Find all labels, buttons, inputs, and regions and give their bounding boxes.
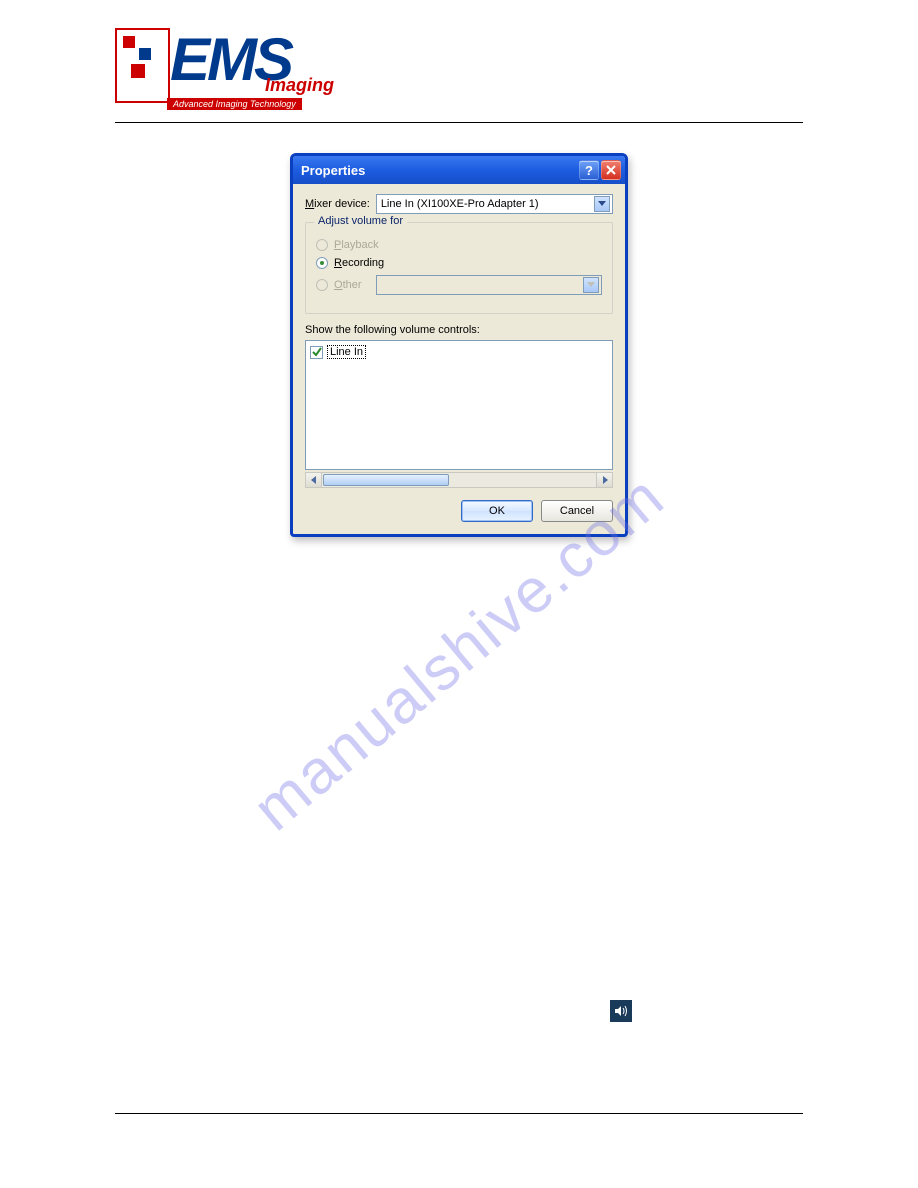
header-divider <box>115 122 803 123</box>
properties-dialog: Properties ? Mixer device: Line In (XI10… <box>290 153 628 537</box>
ok-button[interactable]: OK <box>461 500 533 522</box>
mixer-device-dropdown[interactable]: Line In (XI100XE-Pro Adapter 1) <box>376 194 613 214</box>
radio-icon <box>316 257 328 269</box>
adjust-volume-group-title: Adjust volume for <box>314 215 407 227</box>
scroll-thumb[interactable] <box>323 474 449 486</box>
mixer-device-label: Mixer device: <box>305 198 370 210</box>
logo-tagline: Advanced Imaging Technology <box>167 98 302 110</box>
mixer-device-value: Line In (XI100XE-Pro Adapter 1) <box>381 198 594 210</box>
radio-recording[interactable]: Recording <box>316 257 602 269</box>
titlebar[interactable]: Properties ? <box>293 156 625 184</box>
checkbox-label: Line In <box>327 345 366 359</box>
list-item[interactable]: Line In <box>310 345 608 359</box>
horizontal-scrollbar[interactable] <box>305 472 613 488</box>
dialog-title: Properties <box>301 163 365 178</box>
close-button[interactable] <box>601 160 621 180</box>
logo-text-sub: Imaging <box>265 75 334 96</box>
radio-playback: Playback <box>316 239 602 251</box>
adjust-volume-group: Adjust volume for Playback Recording Oth… <box>305 222 613 314</box>
chevron-down-icon[interactable] <box>594 196 610 212</box>
help-button[interactable]: ? <box>579 160 599 180</box>
checkbox-line-in[interactable] <box>310 346 323 359</box>
radio-other: Other <box>316 275 602 295</box>
cancel-button[interactable]: Cancel <box>541 500 613 522</box>
radio-icon <box>316 279 328 291</box>
show-controls-label: Show the following volume controls: <box>305 324 613 336</box>
brand-logo: EMS Imaging Advanced Imaging Technology <box>115 20 345 110</box>
footer-divider <box>115 1113 803 1114</box>
other-dropdown <box>376 275 602 295</box>
radio-icon <box>316 239 328 251</box>
scroll-left-arrow-icon[interactable] <box>306 473 322 487</box>
scroll-track[interactable] <box>322 473 596 487</box>
volume-controls-list[interactable]: Line In <box>305 340 613 470</box>
chevron-down-icon <box>583 277 599 293</box>
scroll-right-arrow-icon[interactable] <box>596 473 612 487</box>
speaker-icon <box>610 1000 632 1022</box>
